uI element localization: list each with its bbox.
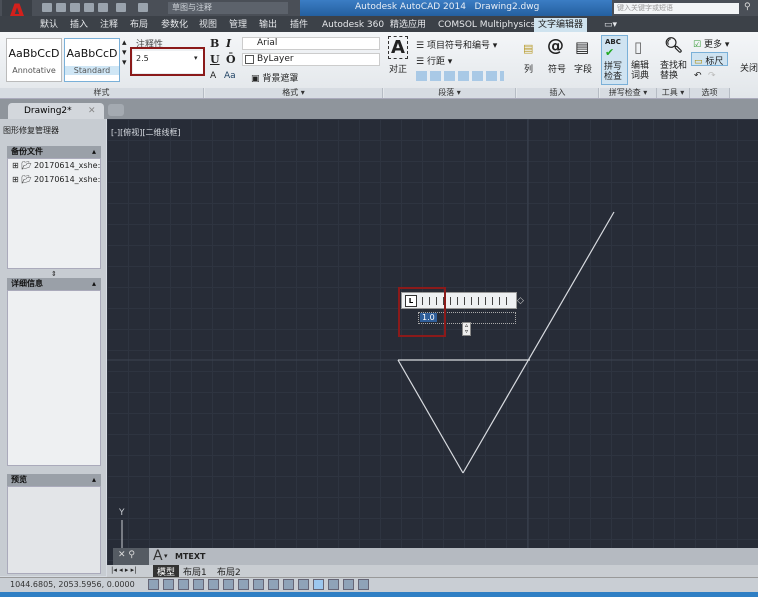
dyn-toggle[interactable]	[283, 579, 294, 590]
transparency-toggle[interactable]	[313, 579, 324, 590]
selection-cycling-toggle[interactable]	[343, 579, 354, 590]
3d-osnap-toggle[interactable]	[238, 579, 249, 590]
layout-tabs: |◂ ◂ ▸ ▸| 模型 布局1 布局2	[107, 565, 758, 578]
ortho-toggle[interactable]	[193, 579, 204, 590]
highlight-box	[398, 287, 446, 337]
snap-toggle[interactable]	[163, 579, 174, 590]
close-icon[interactable]: ✕ ⚲	[118, 550, 135, 560]
command-text: MTEXT	[175, 552, 206, 561]
command-line[interactable]: ✕ ⚲ A ▾ MTEXT	[113, 548, 758, 565]
drawing-geometry	[107, 119, 758, 556]
ducs-toggle[interactable]	[268, 579, 279, 590]
lineweight-toggle[interactable]	[298, 579, 309, 590]
ucs-y-label: Y	[119, 508, 125, 518]
line-segment	[397, 359, 464, 474]
chevron-down-icon[interactable]: ▾	[164, 552, 168, 560]
coordinates-readout: 1044.6805, 2053.5956, 0.0000	[10, 580, 135, 589]
command-line-handle[interactable]: ✕ ⚲	[113, 548, 149, 565]
layout-nav-arrows[interactable]: |◂ ◂ ▸ ▸|	[111, 566, 136, 574]
annotation-monitor-toggle[interactable]	[358, 579, 369, 590]
grid-toggle[interactable]	[178, 579, 189, 590]
height-resize-handle[interactable]: ▵ ▿	[462, 322, 471, 336]
taskbar	[0, 592, 758, 597]
polar-toggle[interactable]	[208, 579, 219, 590]
otrack-toggle[interactable]	[253, 579, 264, 590]
quick-properties-toggle[interactable]	[328, 579, 339, 590]
ruler-width-handle[interactable]: ◇	[517, 296, 524, 306]
line-segment	[462, 211, 615, 474]
osnap-toggle[interactable]	[223, 579, 234, 590]
infer-constraints-toggle[interactable]	[148, 579, 159, 590]
status-bar: 1044.6805, 2053.5956, 0.0000	[0, 577, 758, 592]
command-prompt-icon: A	[153, 548, 163, 564]
